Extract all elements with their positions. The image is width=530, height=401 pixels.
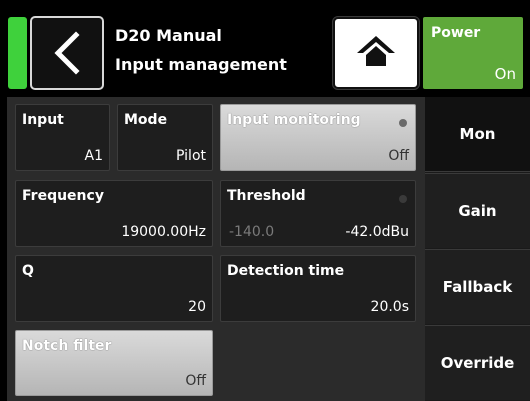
q-value: 20 [188, 299, 206, 315]
notch-filter-value: Off [185, 373, 206, 389]
mode-value: Pilot [176, 148, 206, 164]
q-label: Q [22, 263, 34, 279]
tab-override[interactable]: Override [425, 325, 530, 400]
input-monitoring-button[interactable]: Input monitoring Off [220, 104, 416, 171]
power-button[interactable]: Power On [423, 17, 523, 89]
input-label: Input [22, 112, 64, 128]
power-label: Power [431, 25, 481, 41]
q-field[interactable]: Q 20 [15, 255, 213, 322]
device-title: D20 Manual [115, 26, 222, 45]
threshold-label: Threshold [227, 188, 306, 204]
input-value: A1 [84, 148, 103, 164]
detection-time-label: Detection time [227, 263, 345, 279]
chevron-left-icon [54, 31, 80, 75]
detection-time-field[interactable]: Detection time 20.0s [220, 255, 416, 322]
frequency-field[interactable]: Frequency 19000.00Hz [15, 180, 213, 247]
frequency-label: Frequency [22, 188, 104, 204]
home-icon [357, 36, 395, 66]
input-tile[interactable]: Input A1 [15, 104, 110, 171]
power-value: On [494, 65, 516, 83]
status-led-icon [399, 119, 407, 127]
threshold-value: -42.0dBu [345, 224, 409, 240]
back-button[interactable] [30, 16, 104, 90]
mode-label: Mode [124, 112, 168, 128]
page-title: Input management [115, 55, 287, 74]
input-monitoring-label: Input monitoring [227, 112, 361, 128]
detection-time-value: 20.0s [370, 299, 409, 315]
status-led-icon [399, 195, 407, 203]
notch-filter-button[interactable]: Notch filter Off [15, 330, 213, 396]
notch-filter-label: Notch filter [22, 338, 112, 354]
tab-gain[interactable]: Gain [425, 173, 530, 248]
threshold-field[interactable]: Threshold -140.0 -42.0dBu [220, 180, 416, 247]
tab-mon[interactable]: Mon [425, 97, 530, 172]
home-button[interactable] [333, 17, 419, 89]
input-monitoring-value: Off [388, 148, 409, 164]
threshold-min-value: -140.0 [229, 224, 275, 240]
tab-fallback[interactable]: Fallback [425, 249, 530, 324]
frequency-value: 19000.00Hz [121, 224, 206, 240]
status-indicator [8, 17, 27, 89]
mode-tile[interactable]: Mode Pilot [117, 104, 213, 171]
